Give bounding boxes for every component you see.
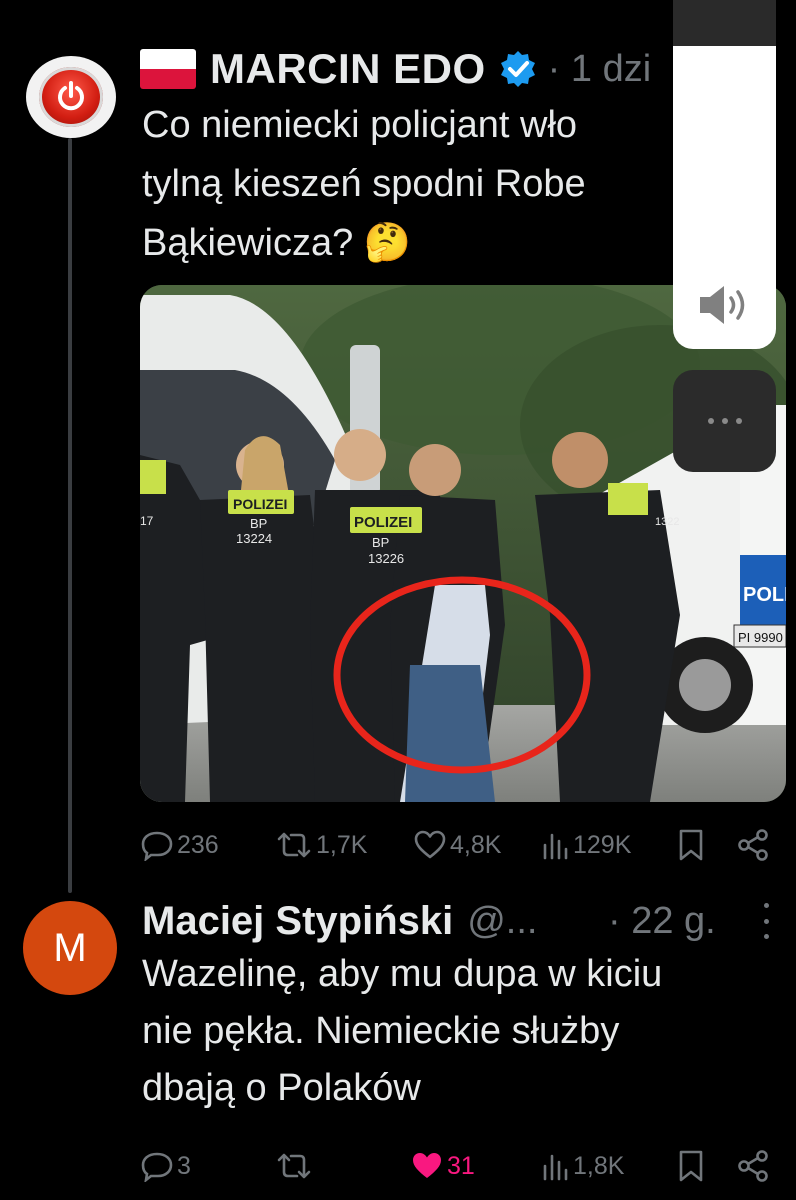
repost-icon bbox=[277, 832, 311, 858]
repost-count: 1,7K bbox=[316, 830, 368, 859]
reply-icon bbox=[141, 1152, 173, 1182]
bookmark-button[interactable] bbox=[677, 828, 705, 862]
volume-icon[interactable] bbox=[694, 280, 754, 330]
volume-more-options-button[interactable] bbox=[673, 370, 776, 472]
svg-text:17: 17 bbox=[140, 514, 154, 528]
thread-connector-line bbox=[68, 138, 72, 893]
reply-share-button[interactable] bbox=[736, 1149, 770, 1183]
svg-text:13226: 13226 bbox=[368, 551, 404, 566]
author-name[interactable]: MARCIN EDO bbox=[210, 45, 486, 93]
views-icon bbox=[543, 1154, 568, 1181]
reply-text-line: nie pękła. Niemieckie służby bbox=[142, 1010, 620, 1052]
share-button[interactable] bbox=[736, 828, 770, 862]
reply-views-count: 1,8K bbox=[573, 1151, 625, 1180]
poland-flag-icon bbox=[140, 49, 196, 89]
svg-text:BP: BP bbox=[250, 516, 267, 531]
views-count: 129K bbox=[573, 830, 632, 859]
reply-text-line: dbają o Polaków bbox=[142, 1067, 421, 1109]
bookmark-icon bbox=[679, 1150, 703, 1182]
svg-text:POLIZEI: POLIZEI bbox=[233, 496, 287, 512]
repost-button[interactable]: 1,7K bbox=[275, 829, 367, 861]
like-count: 4,8K bbox=[450, 830, 502, 859]
views-button[interactable]: 129K bbox=[540, 829, 631, 861]
reply-like-count: 31 bbox=[447, 1151, 475, 1180]
reply-author-handle[interactable]: @... bbox=[467, 900, 537, 943]
share-icon bbox=[738, 829, 768, 861]
heart-icon bbox=[413, 1153, 441, 1178]
reply-repost-button[interactable] bbox=[275, 1150, 313, 1182]
reply-reply-button[interactable]: 3 bbox=[140, 1150, 191, 1182]
bookmark-icon bbox=[679, 829, 703, 861]
reply-reply-count: 3 bbox=[177, 1151, 191, 1180]
share-icon bbox=[738, 1150, 768, 1182]
verified-badge-icon bbox=[500, 51, 535, 87]
heart-icon bbox=[414, 830, 446, 859]
reply-text-line: Wazelinę, aby mu dupa w kiciu bbox=[142, 953, 663, 995]
reply-actions: 3 31 1,8K bbox=[140, 1146, 780, 1186]
reply-author-avatar[interactable]: M bbox=[23, 901, 117, 995]
reply-bookmark-button[interactable] bbox=[677, 1149, 705, 1183]
views-icon bbox=[543, 833, 568, 860]
power-logo-icon bbox=[39, 67, 103, 127]
like-button[interactable]: 4,8K bbox=[413, 829, 501, 861]
reply-header: Maciej Stypiński @... bbox=[142, 897, 537, 945]
svg-text:BP: BP bbox=[372, 535, 389, 550]
post-photo[interactable]: POLIZE PI 9990 POLIZEI BP 13224 POLIZEI … bbox=[140, 285, 786, 802]
svg-text:POLIZEI: POLIZEI bbox=[354, 514, 412, 531]
reply-views-button[interactable]: 1,8K bbox=[540, 1150, 624, 1182]
repost-icon bbox=[277, 1153, 311, 1179]
reply-button[interactable]: 236 bbox=[140, 829, 219, 861]
reply-time[interactable]: · 22 g. bbox=[608, 897, 716, 945]
post-actions: 236 1,7K 4,8K 129K bbox=[140, 825, 780, 865]
reply-like-button[interactable]: 31 bbox=[410, 1150, 475, 1182]
plate-label: PI 9990 bbox=[738, 630, 783, 645]
reply-count: 236 bbox=[177, 830, 219, 859]
svg-text:1322: 1322 bbox=[655, 516, 679, 528]
svg-text:13224: 13224 bbox=[236, 531, 272, 546]
reply-author-name[interactable]: Maciej Stypiński bbox=[142, 899, 453, 944]
post-time[interactable]: · 1 dzi bbox=[548, 48, 651, 91]
police-arrest-photo: POLIZE PI 9990 POLIZEI BP 13224 POLIZEI … bbox=[140, 285, 786, 802]
volume-slider-empty-track bbox=[673, 0, 776, 46]
reply-icon bbox=[141, 831, 173, 861]
author-avatar[interactable] bbox=[26, 56, 116, 138]
van-label: POLIZE bbox=[743, 584, 786, 606]
more-options-icon[interactable] bbox=[760, 903, 772, 939]
post-header: MARCIN EDO · 1 dzi bbox=[140, 44, 651, 94]
reply-text: Wazelinę, aby mu dupa w kiciu nie pękła.… bbox=[142, 946, 782, 1117]
